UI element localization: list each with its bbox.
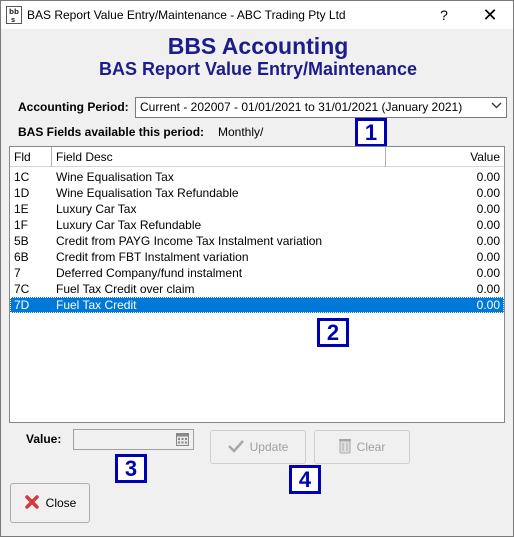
cell-fld: 1F xyxy=(14,218,29,232)
bas-fields-value: Monthly/ xyxy=(218,125,264,139)
value-label: Value: xyxy=(26,432,62,446)
cell-desc: Deferred Company/fund instalment xyxy=(56,266,243,280)
bas-report-window: b b s BAS Report Value Entry/Maintenance… xyxy=(0,0,514,537)
chevron-down-icon[interactable] xyxy=(491,100,502,114)
company-heading: BBS Accounting xyxy=(167,33,349,59)
cell-value: 0.00 xyxy=(476,186,500,200)
cell-value: 0.00 xyxy=(476,282,500,296)
page-subtitle: BAS Report Value Entry/Maintenance xyxy=(98,59,418,79)
clear-button[interactable]: Clear xyxy=(314,430,410,464)
cell-value: 0.00 xyxy=(476,250,500,264)
cell-fld: 6B xyxy=(14,250,29,264)
window-title: BAS Report Value Entry/Maintenance - ABC… xyxy=(27,8,346,22)
bas-fields-label: BAS Fields available this period: xyxy=(18,125,205,139)
table-row-selected[interactable]: 7D Fuel Tax Credit 0.00 xyxy=(10,297,504,313)
cell-desc: Fuel Tax Credit over claim xyxy=(56,282,195,296)
cell-value: 0.00 xyxy=(476,202,500,216)
update-button[interactable]: Update xyxy=(210,430,306,464)
table-row[interactable]: 5B Credit from PAYG Income Tax Instalmen… xyxy=(10,233,504,249)
table-row[interactable]: 1F Luxury Car Tax Refundable 0.00 xyxy=(10,217,504,233)
cell-fld: 1D xyxy=(14,186,30,200)
value-input[interactable] xyxy=(73,429,194,450)
red-x-icon xyxy=(24,494,40,513)
svg-text:s: s xyxy=(11,16,15,24)
bas-fields-grid[interactable]: Fld Field Desc Value 1C Wine Equalisatio… xyxy=(9,146,505,423)
svg-text:b: b xyxy=(14,8,19,16)
table-row[interactable]: 7C Fuel Tax Credit over claim 0.00 xyxy=(10,281,504,297)
cell-desc: Wine Equalisation Tax Refundable xyxy=(56,186,239,200)
calendar-icon[interactable] xyxy=(176,433,189,446)
cell-desc: Wine Equalisation Tax xyxy=(56,170,174,184)
cell-fld: 7 xyxy=(14,266,21,280)
cell-value: 0.00 xyxy=(476,298,500,312)
window-close-button[interactable]: ✕ xyxy=(467,1,513,29)
bbs-logo-icon: b b s xyxy=(6,6,22,24)
cell-fld: 1C xyxy=(14,170,30,184)
callout-4: 4 xyxy=(289,465,321,494)
checkmark-icon xyxy=(227,439,244,456)
cell-desc: Luxury Car Tax xyxy=(56,202,137,216)
accounting-period-select[interactable]: Current - 202007 - 01/01/2021 to 31/01/2… xyxy=(135,97,507,118)
table-row[interactable]: 1C Wine Equalisation Tax 0.00 xyxy=(10,169,504,185)
cell-desc: Luxury Car Tax Refundable xyxy=(56,218,202,232)
callout-2: 2 xyxy=(317,318,349,347)
cell-fld: 5B xyxy=(14,234,29,248)
help-button[interactable]: ? xyxy=(421,1,467,29)
close-button-label: Close xyxy=(45,496,77,510)
cell-value: 0.00 xyxy=(476,234,500,248)
cell-value: 0.00 xyxy=(476,218,500,232)
callout-1: 1 xyxy=(355,118,387,147)
close-button[interactable]: Close xyxy=(10,483,90,523)
cell-fld: 7D xyxy=(14,298,30,312)
clear-button-label: Clear xyxy=(356,440,386,454)
cell-desc: Credit from PAYG Income Tax Instalment v… xyxy=(56,234,323,248)
accounting-period-label: Accounting Period: xyxy=(18,100,129,114)
bin-icon xyxy=(338,438,351,457)
column-header-field-desc[interactable]: Field Desc xyxy=(52,147,386,167)
grid-header: Fld Field Desc Value xyxy=(10,147,504,167)
table-row[interactable]: 7 Deferred Company/fund instalment 0.00 xyxy=(10,265,504,281)
accounting-period-value: Current - 202007 - 01/01/2021 to 31/01/2… xyxy=(140,100,463,114)
table-row[interactable]: 1E Luxury Car Tax 0.00 xyxy=(10,201,504,217)
column-header-fld[interactable]: Fld xyxy=(10,147,52,167)
column-header-value[interactable]: Value xyxy=(386,147,504,167)
title-bar: b b s BAS Report Value Entry/Maintenance… xyxy=(1,1,513,29)
cell-fld: 1E xyxy=(14,202,29,216)
update-button-label: Update xyxy=(249,440,289,454)
cell-value: 0.00 xyxy=(476,170,500,184)
cell-fld: 7C xyxy=(14,282,30,296)
cell-desc: Credit from FBT Instalment variation xyxy=(56,250,249,264)
callout-3: 3 xyxy=(115,454,147,483)
table-row[interactable]: 6B Credit from FBT Instalment variation … xyxy=(10,249,504,265)
cell-value: 0.00 xyxy=(476,266,500,280)
cell-desc: Fuel Tax Credit xyxy=(56,298,137,312)
table-row[interactable]: 1D Wine Equalisation Tax Refundable 0.00 xyxy=(10,185,504,201)
